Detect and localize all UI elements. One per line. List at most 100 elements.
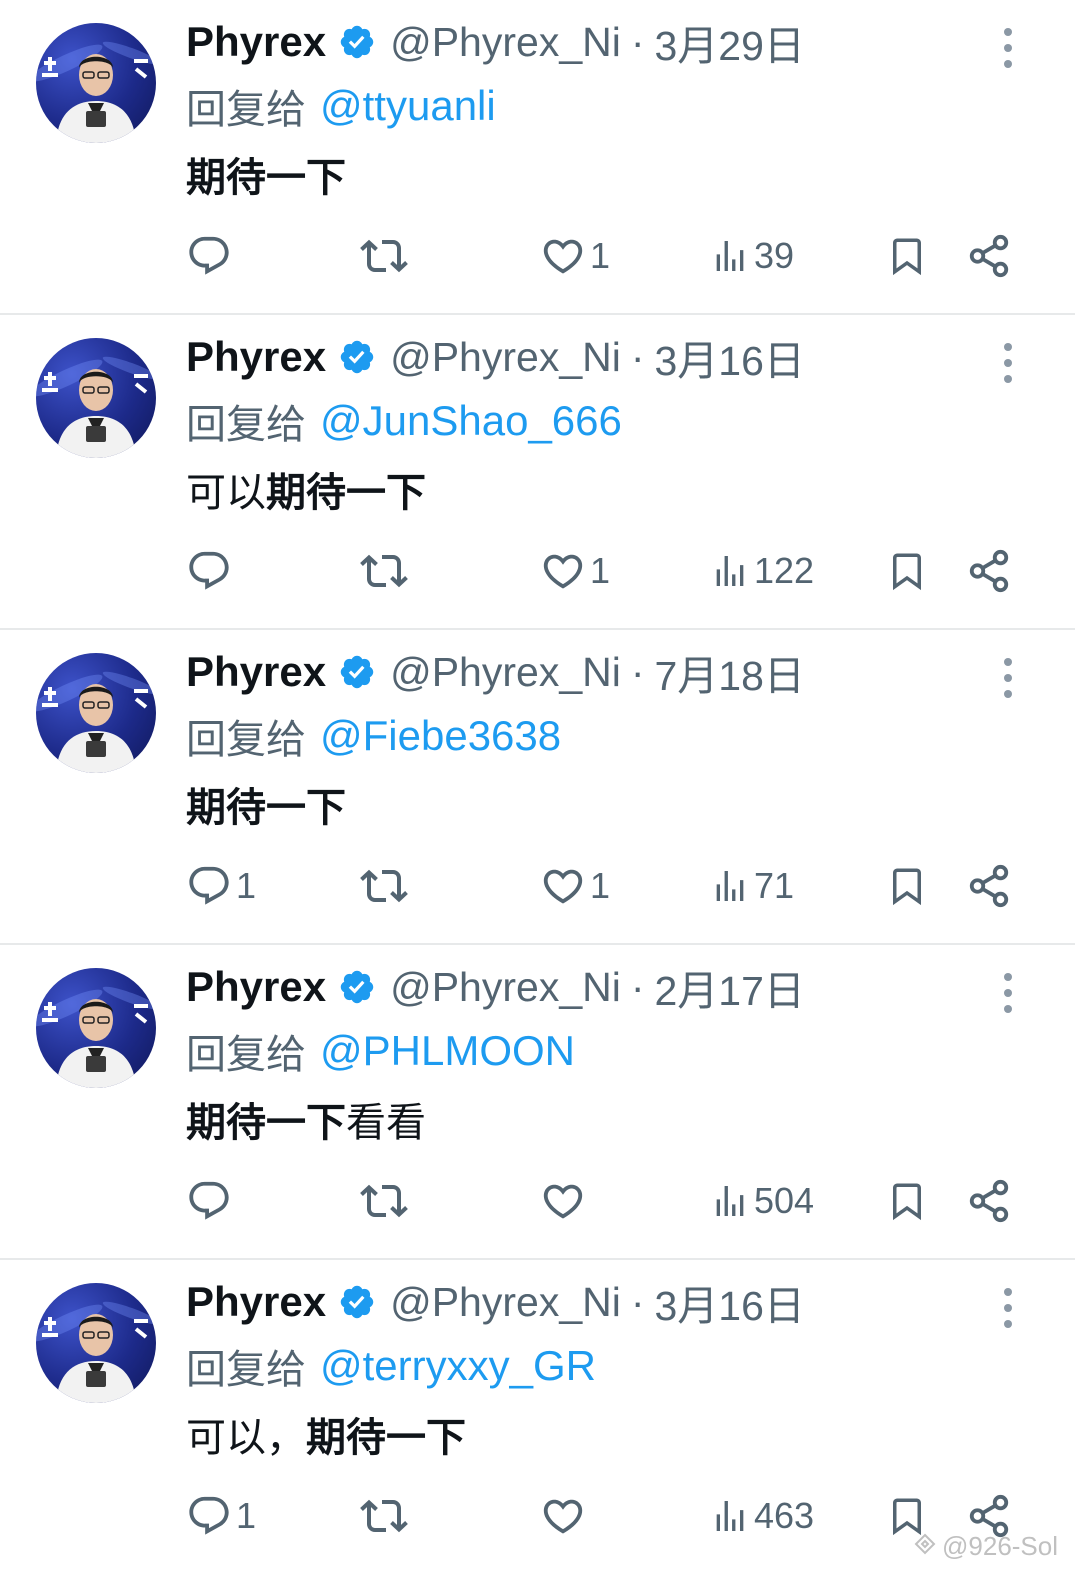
views-button[interactable]: 39 — [710, 222, 794, 290]
verified-badge-icon — [340, 340, 374, 374]
reply-target-link[interactable]: @Fiebe3638 — [320, 712, 561, 760]
tweet-date[interactable]: 3月29日 — [655, 12, 805, 72]
view-count: 122 — [754, 550, 815, 591]
reply-context: 回复给 @terryxxy_GR — [186, 1336, 596, 1396]
avatar[interactable] — [36, 23, 156, 143]
avatar[interactable] — [36, 1283, 156, 1403]
views-chart-icon — [716, 1186, 744, 1216]
bookmark-button[interactable] — [886, 222, 928, 290]
retweet-icon — [360, 239, 408, 273]
views-button[interactable]: 504 — [710, 1167, 814, 1235]
retweet-button[interactable] — [360, 1482, 412, 1550]
separator-dot: · — [630, 333, 645, 380]
bookmark-button[interactable] — [886, 1167, 928, 1235]
display-name[interactable]: Phyrex — [186, 648, 326, 696]
avatar[interactable] — [36, 653, 156, 773]
separator-dot: · — [630, 1278, 645, 1325]
views-chart-icon — [716, 1501, 744, 1531]
user-handle[interactable]: @Phyrex_Ni — [390, 964, 621, 1011]
views-chart-icon — [716, 871, 744, 901]
view-count: 71 — [754, 865, 795, 906]
tweet-date[interactable]: 2月17日 — [655, 957, 805, 1017]
retweet-icon — [360, 869, 408, 903]
tweet-header: Phyrex @Phyrex_Ni · 7月18日 — [186, 642, 805, 702]
like-button[interactable] — [540, 1482, 590, 1550]
more-options-icon[interactable] — [996, 971, 1020, 1015]
more-options-icon[interactable] — [996, 26, 1020, 70]
reply-target-link[interactable]: @ttyuanli — [320, 82, 496, 130]
like-button[interactable]: 1 — [540, 537, 610, 605]
reply-button[interactable] — [186, 1167, 236, 1235]
tweet[interactable]: Phyrex @Phyrex_Ni · 3月16日 回复给 @JunShao_6… — [0, 315, 1075, 630]
reply-icon — [189, 1181, 229, 1220]
tweet-date[interactable]: 3月16日 — [655, 327, 805, 387]
more-options-icon[interactable] — [996, 341, 1020, 385]
avatar[interactable] — [36, 968, 156, 1088]
tweet[interactable]: Phyrex @Phyrex_Ni · 2月17日 回复给 @PHLMOON 期… — [0, 945, 1075, 1260]
views-button[interactable]: 463 — [710, 1482, 814, 1550]
action-bar: 1 122 — [0, 537, 1075, 605]
reply-prefix: 回复给 — [186, 717, 306, 763]
like-count: 1 — [590, 550, 611, 591]
avatar[interactable] — [36, 338, 156, 458]
retweet-button[interactable] — [360, 222, 412, 290]
reply-button[interactable] — [186, 537, 236, 605]
like-button[interactable]: 1 — [540, 852, 610, 920]
tweet[interactable]: Phyrex @Phyrex_Ni · 3月29日 回复给 @ttyuanli … — [0, 0, 1075, 315]
user-handle[interactable]: @Phyrex_Ni — [390, 649, 621, 696]
reply-target-link[interactable]: @terryxxy_GR — [320, 1342, 596, 1390]
reply-target-link[interactable]: @JunShao_666 — [320, 397, 622, 445]
user-handle[interactable]: @Phyrex_Ni — [390, 334, 621, 381]
more-options-icon[interactable] — [996, 656, 1020, 700]
reply-button[interactable] — [186, 222, 236, 290]
tweet[interactable]: Phyrex @Phyrex_Ni · 7月18日 回复给 @Fiebe3638… — [0, 630, 1075, 945]
retweet-button[interactable] — [360, 537, 412, 605]
retweet-icon — [360, 1184, 408, 1218]
heart-icon — [543, 1499, 583, 1534]
bookmark-button[interactable] — [886, 852, 928, 920]
reply-icon — [189, 236, 229, 275]
share-button[interactable] — [966, 1167, 1012, 1235]
display-name[interactable]: Phyrex — [186, 18, 326, 66]
more-options-icon[interactable] — [996, 1286, 1020, 1330]
bookmark-button[interactable] — [886, 537, 928, 605]
like-count: 1 — [590, 865, 611, 906]
display-name[interactable]: Phyrex — [186, 1278, 326, 1326]
reply-context: 回复给 @JunShao_666 — [186, 391, 622, 451]
user-handle[interactable]: @Phyrex_Ni — [390, 19, 621, 66]
reply-icon — [189, 866, 229, 905]
tweet-date[interactable]: 7月18日 — [655, 642, 805, 702]
views-button[interactable]: 122 — [710, 537, 814, 605]
reply-prefix: 回复给 — [186, 402, 306, 448]
reply-button[interactable]: 1 — [186, 1482, 256, 1550]
tweet-date[interactable]: 3月16日 — [655, 1272, 805, 1332]
reply-prefix: 回复给 — [186, 1347, 306, 1393]
views-chart-icon — [716, 556, 744, 586]
retweet-button[interactable] — [360, 852, 412, 920]
watermark-text: @926-Sol — [942, 1530, 1059, 1561]
tweet-header: Phyrex @Phyrex_Ni · 3月29日 — [186, 12, 805, 72]
reply-target-link[interactable]: @PHLMOON — [320, 1027, 575, 1075]
action-bar: 1 39 — [0, 222, 1075, 290]
share-icon — [969, 234, 1009, 278]
share-button[interactable] — [966, 222, 1012, 290]
views-button[interactable]: 71 — [710, 852, 794, 920]
share-button[interactable] — [966, 852, 1012, 920]
tweet-text: 期待一下 — [186, 144, 346, 204]
view-count: 39 — [754, 235, 795, 276]
retweet-icon — [360, 1499, 408, 1533]
tweet-text: 可以， 期待一下 — [186, 1404, 466, 1464]
display-name[interactable]: Phyrex — [186, 963, 326, 1011]
user-handle[interactable]: @Phyrex_Ni — [390, 1279, 621, 1326]
share-button[interactable] — [966, 537, 1012, 605]
retweet-button[interactable] — [360, 1167, 412, 1235]
tweet-text: 期待一下 看看 — [186, 1089, 426, 1149]
like-button[interactable] — [540, 1167, 590, 1235]
heart-icon — [543, 1184, 583, 1219]
bookmark-icon — [893, 868, 921, 906]
like-button[interactable]: 1 — [540, 222, 610, 290]
tweet-text-bold: 期待一下 — [186, 785, 346, 831]
view-count: 463 — [754, 1495, 815, 1536]
display-name[interactable]: Phyrex — [186, 333, 326, 381]
reply-button[interactable]: 1 — [186, 852, 256, 920]
